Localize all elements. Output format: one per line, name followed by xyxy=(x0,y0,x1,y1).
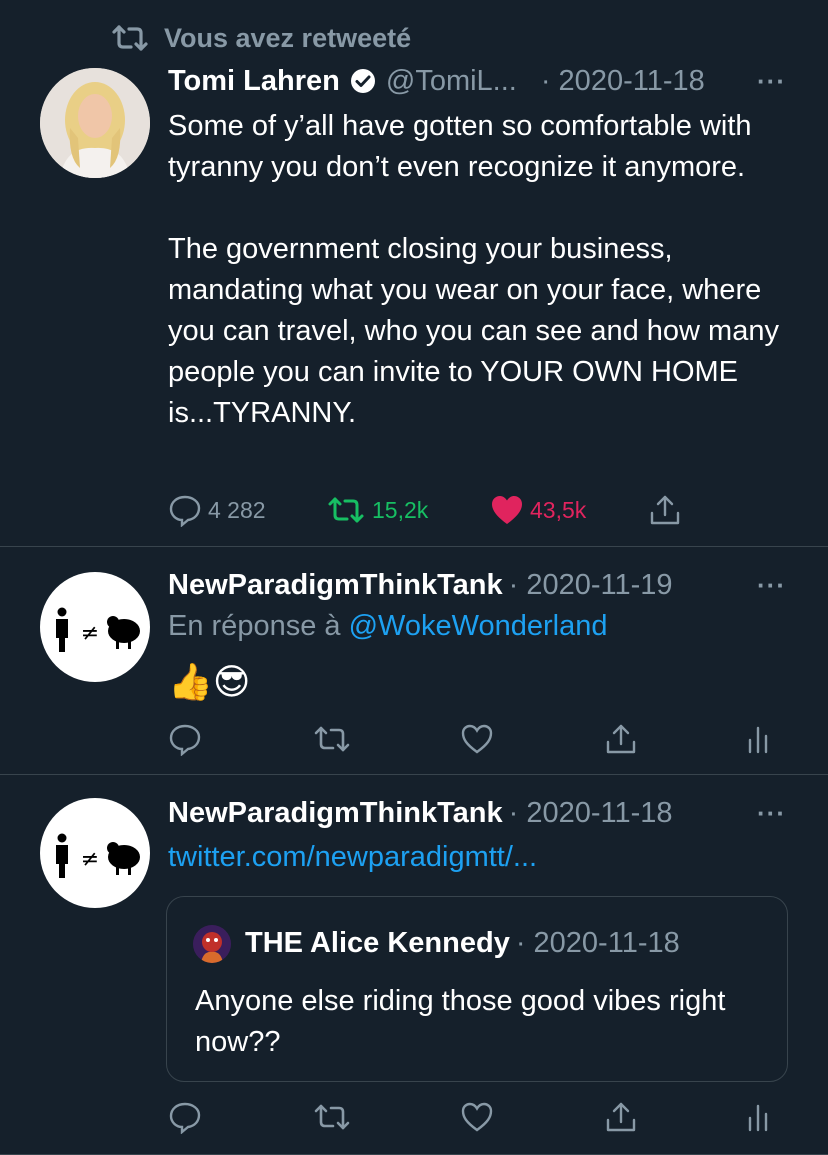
avatar[interactable] xyxy=(40,68,150,178)
analytics-icon[interactable] xyxy=(746,1102,770,1132)
share-icon[interactable] xyxy=(604,722,638,756)
like-button[interactable]: 43,5k xyxy=(490,494,586,526)
not-equal-symbol: ≠ xyxy=(81,847,99,872)
retweet-count: 15,2k xyxy=(372,496,429,523)
tweet-header: NewParadigmThinkTank · 2020-11-19 xyxy=(168,564,673,606)
author-name[interactable]: Tomi Lahren xyxy=(168,65,340,98)
quote-date: · 2020-11-18 xyxy=(515,926,680,959)
tweet-date[interactable]: · 2020-11-18 xyxy=(541,65,705,98)
quoted-tweet[interactable]: THE Alice Kennedy · 2020-11-18 Anyone el… xyxy=(166,896,788,1082)
retweet-icon xyxy=(326,495,366,525)
share-icon[interactable] xyxy=(604,1100,638,1134)
tweet-newparadigm-quote[interactable]: ≠ NewParadigmThinkTank · 2020-11-18 ··· … xyxy=(0,774,828,1155)
avatar[interactable]: ≠ xyxy=(40,798,150,908)
more-options-icon[interactable]: ··· xyxy=(757,66,786,97)
more-options-icon[interactable]: ··· xyxy=(757,570,786,601)
retweet-button[interactable]: 15,2k xyxy=(326,495,428,525)
heart-icon[interactable] xyxy=(460,723,494,755)
analytics-icon[interactable] xyxy=(746,724,770,754)
tweet-date[interactable]: · 2020-11-19 xyxy=(509,569,673,602)
reply-icon xyxy=(168,493,202,527)
not-equal-symbol: ≠ xyxy=(81,621,99,646)
reply-context: En réponse à @WokeWonderland xyxy=(168,610,607,643)
more-options-icon[interactable]: ··· xyxy=(757,798,786,829)
author-name[interactable]: NewParadigmThinkTank xyxy=(168,569,503,602)
quote-header: THE Alice Kennedy · 2020-11-18 xyxy=(245,923,680,963)
author-handle[interactable]: @TomiL... xyxy=(386,65,517,98)
share-icon xyxy=(648,493,682,527)
reply-button[interactable]: 4 282 xyxy=(168,493,266,527)
heart-filled-icon xyxy=(490,494,524,526)
retweet-icon[interactable] xyxy=(312,1102,352,1132)
verified-badge-icon xyxy=(350,68,376,94)
reply-count: 4 282 xyxy=(208,496,266,523)
reply-to-handle[interactable]: @WokeWonderland xyxy=(349,610,608,642)
reply-prefix: En réponse à xyxy=(168,610,341,642)
retweet-icon[interactable] xyxy=(312,724,352,754)
author-name[interactable]: NewParadigmThinkTank xyxy=(168,797,503,830)
tweet-link[interactable]: twitter.com/newparadigmtt/... xyxy=(168,836,537,878)
like-count: 43,5k xyxy=(530,496,587,523)
tweet-emojis: 👍😎 xyxy=(168,661,251,702)
tweet-header: Tomi Lahren @TomiL... · 2020-11-18 xyxy=(168,60,705,102)
quote-author-avatar xyxy=(193,925,231,963)
tweet-text: Some of y’all have gotten so comfortable… xyxy=(168,110,779,429)
reply-icon[interactable] xyxy=(168,1100,202,1134)
tweet-tomi-lahren[interactable]: Tomi Lahren @TomiL... · 2020-11-18 ··· S… xyxy=(0,0,828,547)
tweet-newparadigm-reply[interactable]: ≠ NewParadigmThinkTank · 2020-11-19 ··· … xyxy=(0,546,828,775)
reply-icon[interactable] xyxy=(168,722,202,756)
heart-icon[interactable] xyxy=(460,1101,494,1133)
share-button[interactable] xyxy=(648,493,682,527)
avatar[interactable]: ≠ xyxy=(40,572,150,682)
quote-author-name: THE Alice Kennedy xyxy=(245,926,510,959)
tweet-header: NewParadigmThinkTank · 2020-11-18 xyxy=(168,792,673,834)
tweet-date[interactable]: · 2020-11-18 xyxy=(509,797,673,830)
quote-text: Anyone else riding those good vibes righ… xyxy=(195,985,726,1058)
